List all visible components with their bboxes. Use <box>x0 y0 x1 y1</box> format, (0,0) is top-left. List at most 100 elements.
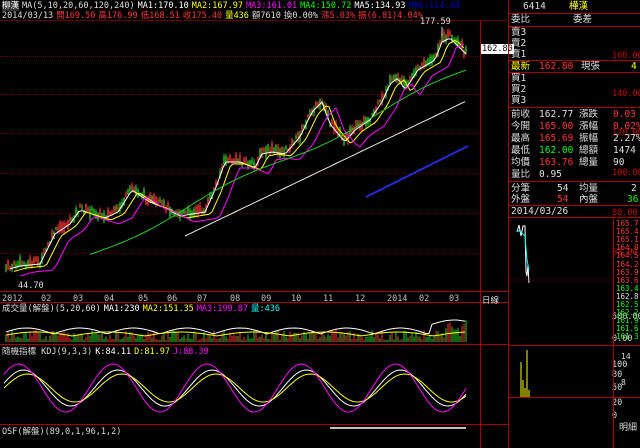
candle-body <box>109 211 111 216</box>
candle-body <box>267 144 269 152</box>
candle-body <box>161 199 163 207</box>
candle-body <box>249 160 251 165</box>
ma4-line <box>89 69 467 255</box>
candle-body <box>235 153 237 162</box>
candle-body <box>125 192 127 197</box>
ma6-line <box>365 145 469 198</box>
candle-body <box>129 186 131 192</box>
candle-body <box>159 199 161 203</box>
candle-body <box>85 203 87 212</box>
candle-body <box>431 56 433 65</box>
candle-body <box>169 206 171 217</box>
candle-body <box>157 199 159 203</box>
candle-body <box>371 113 373 116</box>
candle-body <box>79 203 81 208</box>
candle-body <box>61 222 63 232</box>
candle-body <box>411 73 413 78</box>
candle-body <box>99 209 101 215</box>
candle-body <box>93 208 95 214</box>
candle-body <box>245 157 247 165</box>
candle-body <box>185 210 187 214</box>
candle-body <box>91 207 93 212</box>
candle-body <box>223 156 225 165</box>
candle-body <box>343 137 345 146</box>
candle-body <box>5 264 7 272</box>
candle-body <box>127 189 129 195</box>
candle-body <box>131 184 133 191</box>
candle-body <box>409 76 411 81</box>
volume-legend: 成交量(解盤)(5,20,60) MA1:230 MA2:151.35 MA3:199… <box>2 304 283 314</box>
candle-body <box>55 227 57 231</box>
osf-legend: OSF(解盤)(89,0,1,96,1,2) <box>2 427 124 437</box>
candle-body <box>35 257 37 262</box>
intraday-avg-line <box>516 229 530 271</box>
candle-body <box>417 65 419 69</box>
vol-qty-value: 量:436 <box>251 304 280 314</box>
candle-body <box>115 206 117 211</box>
candle-body <box>113 205 115 212</box>
candle-body <box>69 216 71 222</box>
volume-title: 成交量(解盤)(5,20,60) <box>2 304 101 314</box>
candle-body <box>465 47 467 53</box>
candle-body <box>229 155 231 161</box>
candle-body <box>391 77 393 81</box>
candle-body <box>209 194 211 199</box>
candle-body <box>285 146 287 151</box>
candle-body <box>193 208 195 217</box>
candle-body <box>183 210 185 214</box>
kdj-d-value: D:81.97 <box>134 347 170 357</box>
candle-body <box>19 256 21 267</box>
candle-body <box>309 111 311 115</box>
candle-body <box>315 101 317 106</box>
tick-vol-tick: 14 <box>621 352 631 361</box>
candle-body <box>59 221 61 231</box>
candle-body <box>275 144 277 153</box>
candle-body <box>37 257 39 267</box>
candle-body <box>333 123 335 132</box>
vol-ma1-value: MA1:230 <box>103 304 140 314</box>
candle-body <box>395 74 397 83</box>
candle-body <box>445 35 447 42</box>
candle-body <box>13 260 15 267</box>
candle-body <box>307 114 309 118</box>
candle-body <box>265 147 267 157</box>
candle-body <box>87 207 89 212</box>
candle-body <box>81 206 83 209</box>
kdj-title: 隨機指標 KDJ(9,3,3) <box>2 347 93 357</box>
candle-body <box>449 32 451 36</box>
candle-body <box>225 156 227 166</box>
candle-body <box>407 80 409 84</box>
vol-ma3-value: MA3:199.87 <box>196 304 248 314</box>
candle-body <box>443 32 445 42</box>
candle-body <box>393 75 395 81</box>
candle-body <box>251 160 253 164</box>
kdj-k-value: K:84.11 <box>95 347 132 357</box>
candle-body <box>7 260 9 270</box>
candle-body <box>447 31 449 39</box>
candle-body <box>379 99 381 103</box>
kdj-j-value: J:88.39 <box>172 347 209 357</box>
candle-body <box>273 148 275 152</box>
candle-body <box>23 261 25 265</box>
candle-body <box>377 102 379 105</box>
candle-body <box>295 136 297 139</box>
candle-body <box>117 206 119 210</box>
kdj-legend: 隨機指標 KDJ(9,3,3) K:84.11 D:81.97 J:88.39 <box>2 347 212 357</box>
candle-body <box>167 203 169 208</box>
detail-button[interactable]: 明細 <box>619 420 637 433</box>
candle-body <box>331 120 333 124</box>
candle-body <box>199 204 201 212</box>
candle-body <box>271 142 273 153</box>
candle-body <box>51 231 53 240</box>
tick-vol-tick: 8 <box>621 378 626 387</box>
candle-body <box>43 250 45 253</box>
intraday-volume-bars <box>520 350 530 397</box>
vol-ma2-value: MA2:151.35 <box>142 304 194 314</box>
osf-title: OSF(解盤)(89,0,1,96,1,2) <box>2 427 122 437</box>
candle-body <box>239 155 241 165</box>
price-chart-canvas[interactable] <box>0 0 508 448</box>
tick-axis-label: 161.3 <box>616 332 639 342</box>
volume-bars <box>5 320 467 342</box>
candle-body <box>65 223 67 226</box>
candle-body <box>263 148 265 152</box>
